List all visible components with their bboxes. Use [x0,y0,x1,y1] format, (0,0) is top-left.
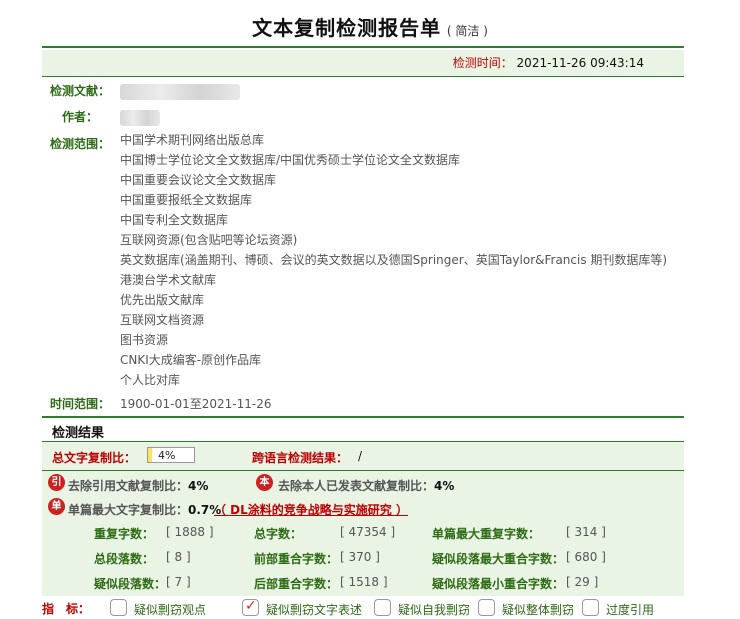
checkbox-label: 过度引用 [606,603,655,617]
stat-value: [ 370 ] [340,550,380,564]
checkbox-label: 疑似自我剽窃 [398,603,471,617]
results-divider [42,441,684,442]
excl-self-row: 去除本人已发表文献复制比：4% [278,477,454,494]
checkbox-plagiarized-wording[interactable]: ✓ [242,598,259,616]
stat-value: [ 1888 ] [166,525,214,539]
report-title-area: 文本复制检测报告单 ( 简洁 ) [0,12,740,41]
single-max-label: 单篇最大文字复制比： [68,503,189,517]
results-header: 检测结果 [42,416,684,441]
excl-cite-row: 去除引用文献复制比：4% [68,477,208,494]
total-copy-bar-fill [148,448,153,462]
results-panel: 总文字复制比： 4% 跨语言检测结果： / 引 去除引用文献复制比：4% 本 去… [42,441,684,596]
scope-item: CNKI大成编客-原创作品库 [120,353,262,367]
indicator-row: 指 标： 疑似剽窃观点 ✓ 疑似剽窃文字表述 疑似自我剽窃 疑似整体剽窃 过度引… [42,597,684,619]
stat-label: 后部重合字数： [254,577,339,591]
excl-cite-label: 去除引用文献复制比： [68,479,189,493]
stat-label: 重复字数： [94,527,155,541]
stat-label: 疑似段落最小重合字数： [432,577,565,591]
stat-value: [ 7 ] [166,575,191,589]
stat-value: [ 314 ] [566,525,606,539]
stat-label: 单篇最大重复字数： [432,527,541,541]
scope-item: 互联网资源(包含贴吧等论坛资源) [120,233,298,247]
total-copy-value: 4% [158,449,176,462]
scope-item: 互联网文档资源 [120,313,205,327]
check-mark-icon: ✓ [245,598,257,614]
scope-item: 中国重要报纸全文数据库 [120,193,253,207]
single-max-row: 单篇最大文字复制比：0.7% [68,501,221,518]
stat-label: 总字数： [254,527,303,541]
detection-time-value: 2021-11-26 09:43:14 [516,56,644,70]
scope-item: 英文数据库(涵盖期刊、博硕、会议的英文数据以及德国Springer、英国Tayl… [120,253,668,267]
checkbox-label: 疑似剽窃文字表述 [266,603,363,617]
checkbox-excessive-citation[interactable] [582,599,599,616]
results-divider [42,470,684,471]
total-copy-label: 总文字复制比： [52,451,137,465]
excl-self-value: 4% [434,479,455,493]
excl-self-label: 去除本人已发表文献复制比： [278,479,435,493]
scope-item: 中国专利全文数据库 [120,213,229,227]
detection-time-bar: 检测时间： 2021-11-26 09:43:14 [42,50,684,76]
results-title: 检测结果 [52,426,105,441]
checkbox-plagiarized-viewpoint[interactable] [110,599,127,616]
checkbox-label: 疑似剽窃观点 [134,603,207,617]
time-range-label: 时间范围： [50,397,111,411]
total-copy-bar: 4% [147,447,195,463]
cite-badge-icon: 引 [48,474,65,491]
header-divider [42,46,684,48]
detection-time-label: 检测时间： [452,56,513,70]
stat-value: [ 29 ] [566,575,599,589]
stat-value: [ 8 ] [166,550,191,564]
scope-item: 图书资源 [120,333,169,347]
stat-value: [ 1518 ] [340,575,388,589]
doc-label: 检测文献： [50,84,111,98]
author-label: 作者： [62,110,99,124]
checkbox-label: 疑似整体剽窃 [502,603,575,617]
excl-cite-value: 4% [188,479,209,493]
time-bar-divider [42,76,684,77]
time-range-value: 1900-01-01至2021-11-26 [120,397,272,411]
scope-item: 港澳台学术文献库 [120,273,217,287]
scope-label: 检测范围： [50,137,111,151]
self-badge-icon: 本 [256,474,273,491]
stat-label: 疑似段落数： [94,577,167,591]
stat-label: 总段落数： [94,552,155,566]
stat-label: 疑似段落最大重合字数： [432,552,565,566]
author-redacted [120,110,160,126]
scope-item: 中国重要会议论文全文数据库 [120,173,277,187]
scope-item: 个人比对库 [120,373,181,387]
single-max-source-link[interactable]: （ DL涂料的竞争战略与实施研究 ） [214,501,408,518]
checkbox-self-plagiarism[interactable] [374,599,391,616]
scope-list: 中国学术期刊网络出版总库 中国博士学位论文全文数据库/中国优秀硕士学位论文全文数… [120,130,667,390]
report-subtitle: ( 简洁 ) [446,24,488,38]
single-badge-icon: 单 [48,498,65,515]
cross-language-value: / [358,449,363,463]
scope-item: 中国学术期刊网络出版总库 [120,133,265,147]
scope-item: 中国博士学位论文全文数据库/中国优秀硕士学位论文全文数据库 [120,153,461,167]
cross-language-label: 跨语言检测结果： [252,451,349,465]
checkbox-whole-plagiarism[interactable] [478,599,495,616]
report-title: 文本复制检测报告单 [252,16,442,40]
stat-label: 前部重合字数： [254,552,339,566]
stat-value: [ 47354 ] [340,525,396,539]
scope-item: 优先出版文献库 [120,293,205,307]
indicator-label: 指 标： [42,602,91,616]
doc-title-redacted [120,84,240,100]
stat-value: [ 680 ] [566,550,606,564]
